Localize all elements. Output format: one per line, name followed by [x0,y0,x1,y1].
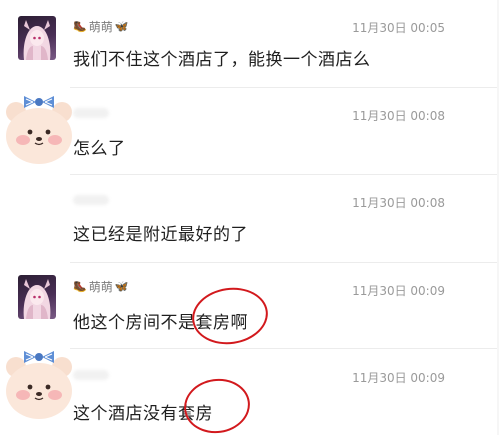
divider [70,174,499,175]
divider [70,87,499,88]
sender-name[interactable]: 🥾 萌萌 🦋 [73,18,128,34]
anime-girl-avatar-icon [23,20,51,60]
red-circle-annotation [188,282,272,350]
divider [70,262,499,263]
red-circle-annotation [180,374,254,437]
anime-girl-avatar-icon [23,279,51,319]
message-text[interactable]: 怎么了 [73,134,126,159]
sender-name-blurred [73,108,109,118]
bear-avatar-icon [6,351,72,419]
message-time: 11月30日 00:09 [352,284,445,298]
sender-name-blurred [73,195,109,205]
boot-icon: 🥾 [73,279,87,293]
boot-icon: 🥾 [73,19,87,33]
message-time: 11月30日 00:05 [352,21,445,35]
avatar[interactable] [2,90,76,168]
sender-name-blurred [73,370,109,380]
avatar[interactable] [2,345,76,423]
sender-name-text: 萌萌 [88,279,113,294]
sender-name[interactable]: 🥾 萌萌 🦋 [73,278,128,294]
message-time: 11月30日 00:08 [352,196,445,210]
bear-avatar-icon [6,96,72,164]
message-text[interactable]: 这已经是附近最好的了 [73,220,248,245]
butterfly-icon: 🦋 [114,279,129,293]
message-time: 11月30日 00:08 [352,109,445,123]
avatar[interactable] [18,16,56,60]
avatar[interactable] [18,275,56,319]
sender-name-text: 萌萌 [88,19,113,34]
message-text[interactable]: 我们不住这个酒店了，能换一个酒店么 [73,45,371,70]
divider [70,348,499,349]
message-time: 11月30日 00:09 [352,371,445,385]
butterfly-icon: 🦋 [114,19,129,33]
